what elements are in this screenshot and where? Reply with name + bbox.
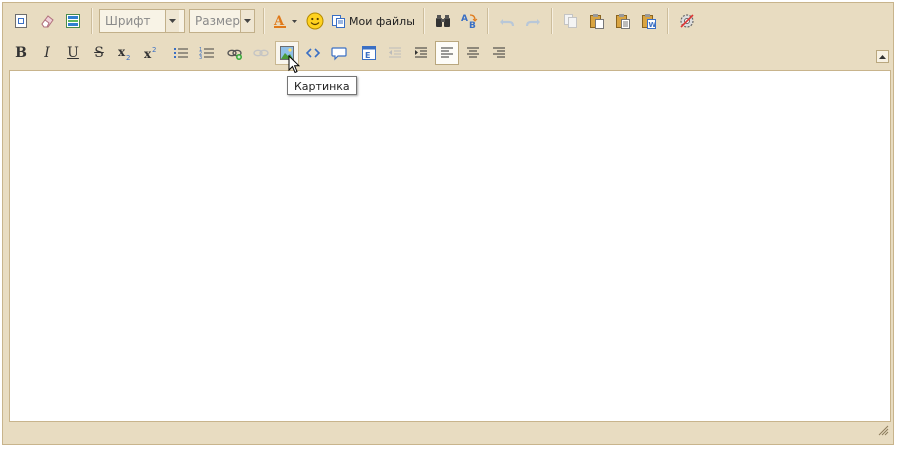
- toolbar-row-2: B I U S x2 x2 123 E: [9, 40, 513, 66]
- resize-grip-icon: [878, 425, 889, 436]
- svg-text:W: W: [648, 21, 656, 29]
- bulleted-list-button[interactable]: [169, 41, 193, 65]
- toolbar-row-1: Шрифт Размер A Мои файлы AB W: [9, 8, 701, 34]
- rich-text-editor: Шрифт Размер A Мои файлы AB W B I U S x …: [2, 2, 894, 445]
- font-family-select[interactable]: Шрифт: [99, 9, 185, 33]
- svg-text:2: 2: [126, 54, 130, 61]
- replace-button[interactable]: AB: [457, 9, 481, 33]
- svg-text:3: 3: [199, 55, 202, 61]
- underline-button[interactable]: U: [61, 41, 85, 65]
- files-icon: [332, 14, 345, 28]
- italic-button[interactable]: I: [35, 41, 59, 65]
- paste-button[interactable]: [585, 9, 609, 33]
- svg-text:x: x: [144, 47, 152, 61]
- svg-text:2: 2: [152, 46, 156, 54]
- paste-text-button[interactable]: [611, 9, 635, 33]
- resize-handle[interactable]: [878, 421, 889, 440]
- redo-button[interactable]: [521, 9, 545, 33]
- svg-text:B: B: [469, 21, 476, 30]
- align-left-icon: [441, 47, 453, 58]
- indent-icon: [415, 47, 427, 58]
- toolbar-separator: [550, 8, 553, 34]
- quote-button[interactable]: [327, 41, 351, 65]
- speech-bubble-icon: [331, 47, 347, 61]
- text-color-icon: A: [273, 14, 297, 29]
- replace-icon: AB: [461, 14, 478, 30]
- chevron-up-icon: [879, 54, 886, 59]
- show-blocks-button[interactable]: [61, 9, 85, 33]
- source-icon: [15, 14, 27, 28]
- eraser-icon: [41, 15, 54, 28]
- paste-text-icon: [615, 14, 630, 29]
- toolbar-separator: [486, 8, 489, 34]
- settings-icon: [680, 14, 694, 28]
- editor-content-area[interactable]: [9, 70, 891, 422]
- collapse-toolbar-button[interactable]: [876, 50, 889, 63]
- paste-word-button[interactable]: W: [637, 9, 661, 33]
- calendar-table-icon: E: [362, 46, 376, 60]
- paste-word-icon: W: [641, 14, 656, 29]
- blocks-icon: [66, 14, 80, 28]
- toolbar-separator: [263, 8, 265, 34]
- font-size-select[interactable]: Размер: [189, 9, 255, 33]
- settings-button[interactable]: [675, 9, 699, 33]
- font-family-value: Шрифт: [105, 14, 151, 28]
- align-right-icon: [493, 47, 505, 58]
- numbered-list-button[interactable]: 123: [195, 41, 219, 65]
- smiley-icon: [306, 12, 324, 30]
- superscript-button[interactable]: x2: [139, 41, 163, 65]
- toolbar-separator: [91, 8, 93, 34]
- table-button[interactable]: E: [357, 41, 381, 65]
- my-files-label: Мои файлы: [349, 14, 415, 28]
- text-color-button[interactable]: A: [271, 9, 301, 33]
- superscript-icon: x2: [144, 46, 156, 61]
- find-button[interactable]: [431, 9, 455, 33]
- subscript-button[interactable]: x2: [113, 41, 137, 65]
- svg-text:x: x: [118, 45, 126, 59]
- code-icon: [305, 48, 321, 58]
- outdent-icon: [389, 47, 401, 58]
- smiley-button[interactable]: [303, 9, 327, 33]
- align-right-button[interactable]: [487, 41, 511, 65]
- outdent-button[interactable]: [383, 41, 407, 65]
- mouse-cursor-icon: [288, 54, 301, 79]
- toolbar-separator: [666, 8, 669, 34]
- my-files-button[interactable]: Мои файлы: [329, 9, 419, 33]
- strikethrough-icon: S: [94, 45, 104, 61]
- align-center-icon: [467, 47, 479, 58]
- numbered-list-icon: 123: [199, 47, 214, 61]
- undo-button[interactable]: [495, 9, 519, 33]
- paste-icon: [589, 14, 604, 29]
- link-button[interactable]: [223, 41, 247, 65]
- chevron-down-icon: [240, 10, 254, 32]
- underline-icon: U: [67, 45, 79, 61]
- italic-icon: I: [44, 45, 50, 61]
- binoculars-icon: [435, 15, 450, 27]
- align-center-button[interactable]: [461, 41, 485, 65]
- copy-icon: [563, 14, 577, 28]
- font-size-value: Размер: [195, 14, 241, 28]
- link-icon: [227, 49, 242, 60]
- unlink-icon: [253, 49, 269, 57]
- redo-icon: [525, 19, 540, 27]
- embed-code-button[interactable]: [301, 41, 325, 65]
- chevron-down-icon: [165, 10, 179, 32]
- strikethrough-button[interactable]: S: [87, 41, 111, 65]
- bold-button[interactable]: B: [9, 41, 33, 65]
- toolbar-separator: [422, 8, 425, 34]
- subscript-icon: x2: [118, 45, 130, 61]
- copy-button[interactable]: [559, 9, 583, 33]
- bold-icon: B: [15, 45, 27, 61]
- indent-button[interactable]: [409, 41, 433, 65]
- align-left-button[interactable]: [435, 41, 459, 65]
- svg-text:A: A: [461, 14, 468, 24]
- svg-text:E: E: [365, 51, 370, 60]
- unlink-button[interactable]: [249, 41, 273, 65]
- remove-format-button[interactable]: [35, 9, 59, 33]
- source-button[interactable]: [9, 9, 33, 33]
- undo-icon: [499, 19, 514, 27]
- bullet-list-icon: [174, 48, 188, 58]
